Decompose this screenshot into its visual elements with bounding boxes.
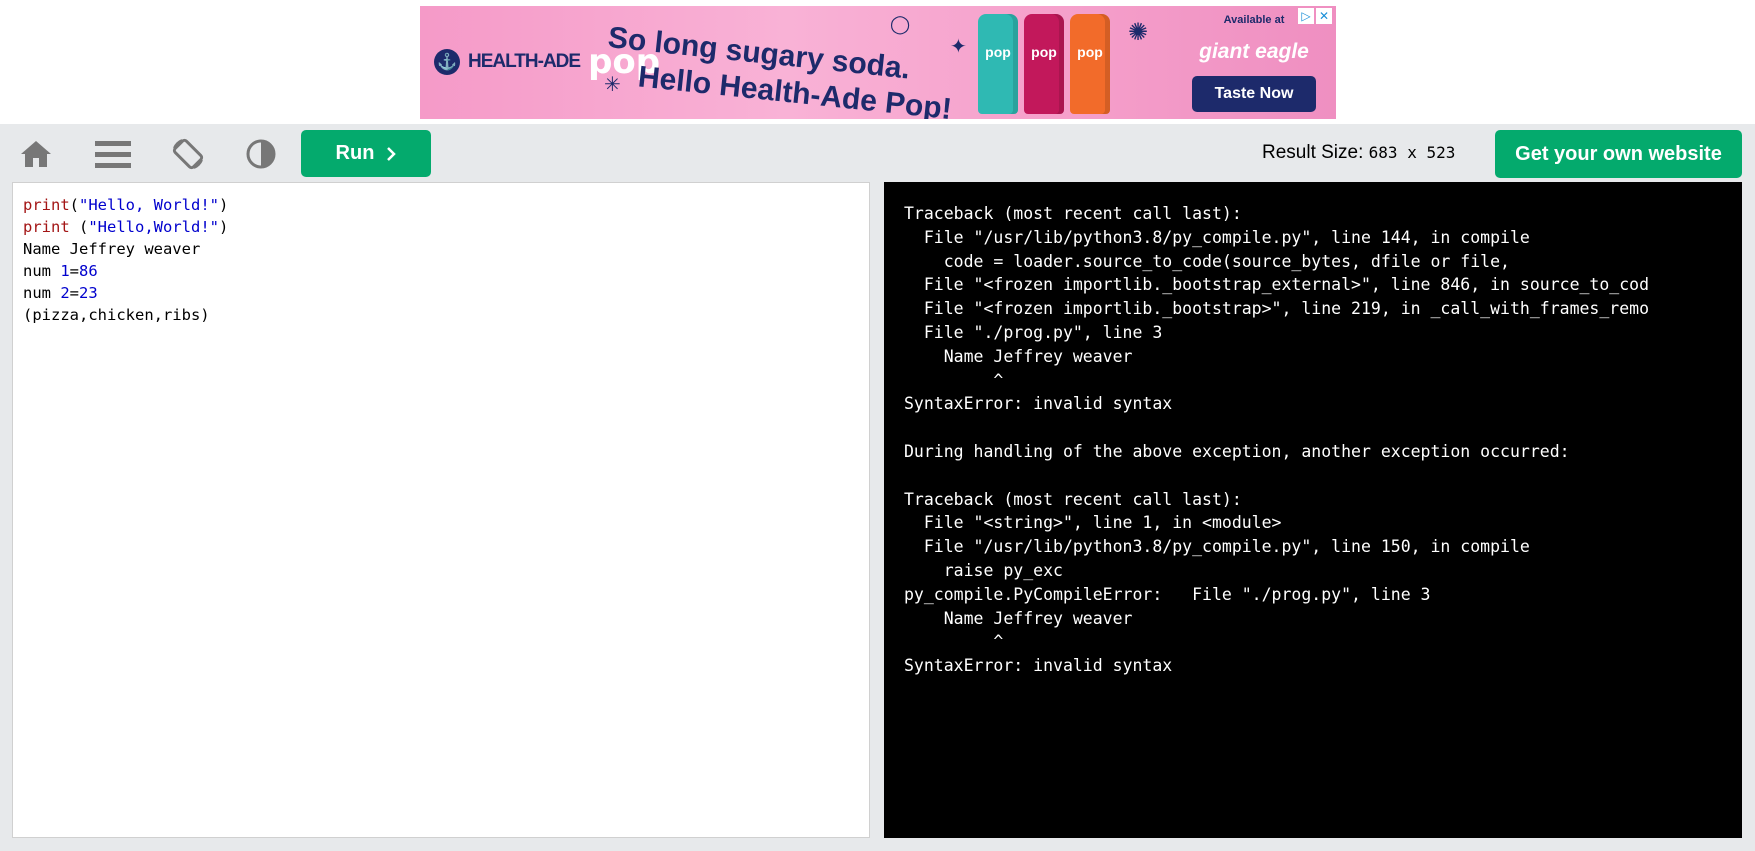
code-line: num 1=86 [23, 262, 98, 280]
toolbar: Run Result Size: 683 x 523 Get your own … [0, 124, 1755, 180]
chevron-right-icon [387, 146, 397, 161]
home-icon[interactable] [17, 136, 55, 172]
output-line: Traceback (most recent call last): [904, 489, 1242, 509]
code-content[interactable]: print("Hello, World!") print ("Hello,Worl… [23, 194, 869, 326]
advertisement-banner[interactable]: ⚓ HEALTH-ADE pop So long sugary soda. He… [420, 6, 1336, 119]
code-line: (pizza,chicken,ribs) [23, 306, 210, 324]
code-keyword: print [23, 218, 70, 236]
code-number: 23 [79, 284, 98, 302]
ad-controls: ▷ ✕ [1298, 8, 1332, 24]
code-string: "Hello,World!" [88, 218, 219, 236]
output-line: File "/usr/lib/python3.8/py_compile.py",… [904, 227, 1530, 247]
code-editor[interactable]: print("Hello, World!") print ("Hello,Worl… [12, 182, 870, 838]
output-text: Traceback (most recent call last): File … [904, 202, 1649, 678]
output-line: Name Jeffrey weaver [904, 346, 1133, 366]
code-string: "Hello, World!" [79, 196, 219, 214]
output-line: ^ [904, 632, 1004, 652]
output-line: During handling of the above exception, … [904, 441, 1570, 461]
output-line: raise py_exc [904, 560, 1063, 580]
run-button[interactable]: Run [301, 130, 431, 177]
rotate-icon[interactable] [169, 136, 207, 172]
close-icon[interactable]: ✕ [1316, 8, 1332, 24]
code-keyword: print [23, 196, 70, 214]
output-line: ^ [904, 370, 1004, 390]
code-line: print("Hello, World!") [23, 196, 229, 214]
menu-icon[interactable] [94, 136, 132, 172]
output-line: Name Jeffrey weaver [904, 608, 1133, 628]
code-number: 2 [60, 284, 70, 302]
output-line: py_compile.PyCompileError: File "./prog.… [904, 584, 1431, 604]
output-line: File "<frozen importlib._bootstrap_exter… [904, 275, 1650, 295]
code-line: print ("Hello,World!") [23, 218, 229, 236]
code-line: Name Jeffrey weaver [23, 240, 201, 258]
output-line: File "<frozen importlib._bootstrap>", li… [904, 299, 1650, 319]
ad-bar: ⚓ HEALTH-ADE pop So long sugary soda. He… [0, 0, 1755, 124]
output-line: File "./prog.py", line 3 [904, 322, 1163, 342]
get-own-website-button[interactable]: Get your own website [1495, 130, 1742, 178]
anchor-icon: ⚓ [434, 49, 460, 75]
ad-can: pop [1070, 14, 1110, 114]
sparkle-icon: ✳ [604, 74, 621, 96]
output-line: SyntaxError: invalid syntax [904, 656, 1173, 676]
circle-icon: ◯ [890, 14, 911, 34]
result-size: Result Size: 683 x 523 [1262, 142, 1455, 164]
code-line: num 2=23 [23, 284, 98, 302]
sparkle-icon: ✺ [1128, 19, 1149, 46]
code-number: 86 [79, 262, 98, 280]
ad-store-name: giant eagle [1199, 40, 1309, 63]
adchoices-icon[interactable]: ▷ [1298, 8, 1314, 24]
output-line: Traceback (most recent call last): [904, 204, 1242, 223]
output-line: SyntaxError: invalid syntax [904, 394, 1173, 414]
output-line: File "<string>", line 1, in <module> [904, 513, 1282, 533]
result-output: Traceback (most recent call last): File … [884, 182, 1742, 838]
ad-brand: HEALTH-ADE [468, 51, 581, 72]
ad-can: pop [1024, 14, 1064, 114]
ad-can: pop [978, 14, 1018, 114]
run-label: Run [335, 142, 375, 164]
ad-store-block: Available at giant eagle Taste Now [1184, 14, 1324, 112]
ad-cans: pop pop pop [978, 14, 1110, 114]
sparkle-icon: ✦ [950, 36, 967, 58]
code-number: 1 [60, 262, 70, 280]
ad-cta-button[interactable]: Taste Now [1192, 76, 1316, 112]
output-line: code = loader.source_to_code(source_byte… [904, 251, 1510, 271]
output-line: File "/usr/lib/python3.8/py_compile.py",… [904, 537, 1530, 557]
contrast-icon[interactable] [242, 136, 280, 172]
result-size-label: Result Size: [1262, 142, 1364, 163]
result-size-value: 683 x 523 [1368, 143, 1456, 162]
